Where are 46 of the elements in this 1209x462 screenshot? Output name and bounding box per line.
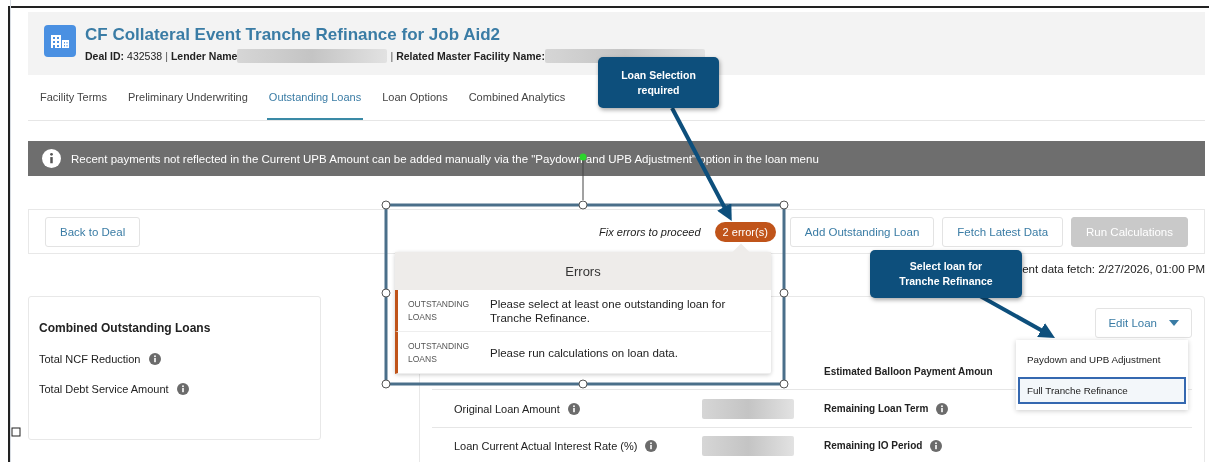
card-title: Combined Outstanding Loans [39,321,212,335]
meta-label: Deal ID: [85,50,125,62]
info-icon [936,402,949,415]
anchor-marker [11,427,21,437]
info-icon [176,383,189,395]
field-label: Total Debt Service Amount [39,383,169,395]
meta-value: 432538 [127,50,163,62]
separator: | [165,50,168,62]
separator: | [390,50,394,62]
error-count-badge[interactable]: 2 error(s) [714,221,776,242]
field-label: Remaining IO Period [824,440,923,452]
tab[interactable]: Facility Terms [38,75,110,120]
callout: Select loan for Tranche Refinance [870,250,1022,298]
deal-title: CF Collateral Event Tranche Refinance for Job Aid2 [85,25,502,45]
info-icon [148,353,161,365]
panel-title: Errors [565,263,601,279]
tab[interactable]: Preliminary Underwriting [126,75,250,120]
selection-frame[interactable] [381,200,789,389]
error-message: Please select at least one outstanding loan for Tranche Refinance. [489,296,727,325]
tab[interactable]: Loan Options [380,75,450,120]
building-icon [44,25,76,57]
field-label: Total NCF Reduction [39,353,141,365]
callout: Loan Selection required [598,57,719,108]
info-icon [42,149,61,168]
tab[interactable]: Outstanding Loans [266,75,364,120]
info-icon [930,439,943,452]
action-button[interactable]: Fetch Latest Data [942,216,1064,247]
fetch-timestamp: ent data fetch: 2/27/2026, 01:00 PM [1022,263,1205,275]
error-source: OUTSTANDING LOANS [407,297,471,324]
caret-icon [1169,320,1179,326]
error-message: Please run calculations on loan data. [489,345,679,360]
fix-errors-text: Fix errors to proceed [599,225,701,238]
tab[interactable]: Combined Analytics [466,75,568,120]
field-label: Loan Current Actual Interest Rate (%) [454,439,638,452]
field-label: Original Loan Amount [454,402,560,415]
edit-loan-button[interactable]: Edit Loan [1095,308,1192,338]
meta-label: Lender Name [170,50,238,62]
menu-item[interactable]: Full Tranche Refinance [1018,377,1186,404]
info-icon [567,402,580,415]
action-button[interactable]: Add Outstanding Loan [789,216,935,247]
info-icon [645,439,658,452]
meta-label: Related Master Facility Name: [396,50,545,62]
field-label: Estimated Balloon Payment Amoun [824,365,993,377]
back-button[interactable]: Back to Deal [45,216,141,247]
error-source: OUTSTANDING LOANS [407,339,471,366]
field-label: Remaining Loan Term [824,403,929,415]
